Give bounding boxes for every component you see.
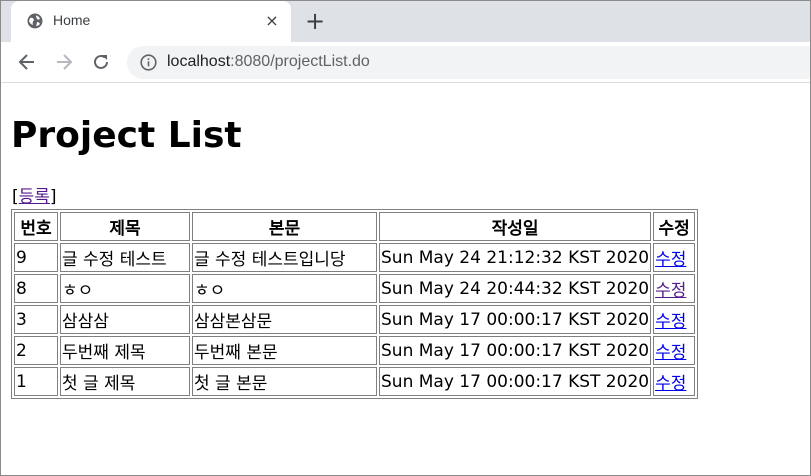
cell-edit: 수정	[653, 305, 696, 334]
cell-number: 8	[14, 274, 58, 303]
cell-date: Sun May 24 21:12:32 KST 2020	[379, 243, 652, 272]
register-line: [등록]	[12, 186, 57, 208]
url-text[interactable]: localhost:8080/projectList.do	[167, 53, 370, 71]
header-edit: 수정	[653, 212, 696, 241]
cell-date: Sun May 17 00:00:17 KST 2020	[379, 336, 652, 365]
browser-tab[interactable]: Home ×	[11, 1, 291, 42]
cell-body: 글 수정 테스트입니당	[192, 243, 377, 272]
cell-title: 첫 글 제목	[60, 367, 190, 396]
globe-icon	[27, 13, 43, 29]
register-link[interactable]: 등록	[19, 187, 50, 207]
cell-edit: 수정	[653, 367, 696, 396]
cell-title: 삼삼삼	[60, 305, 190, 334]
cell-body: 두번째 본문	[192, 336, 377, 365]
cell-edit: 수정	[653, 274, 696, 303]
cell-number: 1	[14, 367, 58, 396]
table-row: 3 삼삼삼 삼삼본삼문 Sun May 17 00:00:17 KST 2020…	[14, 305, 696, 334]
header-number: 번호	[14, 212, 58, 241]
cell-title: 두번째 제목	[60, 336, 190, 365]
page-title: Project List	[11, 115, 242, 156]
url-path: :8080/projectList.do	[230, 53, 370, 70]
cell-number: 2	[14, 336, 58, 365]
info-icon[interactable]	[140, 54, 157, 71]
cell-date: Sun May 17 00:00:17 KST 2020	[379, 367, 652, 396]
edit-link[interactable]: 수정	[655, 343, 686, 363]
cell-title: 글 수정 테스트	[60, 243, 190, 272]
cell-edit: 수정	[653, 243, 696, 272]
cell-number: 9	[14, 243, 58, 272]
edit-link[interactable]: 수정	[655, 312, 686, 332]
cell-body: 첫 글 본문	[192, 367, 377, 396]
edit-link[interactable]: 수정	[655, 374, 686, 394]
url-host: localhost	[167, 53, 231, 70]
new-tab-icon[interactable]: +	[304, 9, 326, 33]
tab-title: Home	[53, 12, 91, 28]
cell-date: Sun May 24 20:44:32 KST 2020	[379, 274, 652, 303]
cell-body: ㅎㅇ	[192, 274, 377, 303]
table-row: 9 글 수정 테스트 글 수정 테스트입니당 Sun May 24 21:12:…	[14, 243, 696, 272]
browser-toolbar: localhost:8080/projectList.do	[1, 42, 810, 83]
edit-link[interactable]: 수정	[655, 250, 686, 270]
cell-body: 삼삼본삼문	[192, 305, 377, 334]
header-date: 작성일	[379, 212, 652, 241]
tab-strip: Home × +	[1, 1, 810, 42]
table-row: 8 ㅎㅇ ㅎㅇ Sun May 24 20:44:32 KST 2020 수정	[14, 274, 696, 303]
close-icon[interactable]: ×	[263, 12, 281, 30]
table-row: 1 첫 글 제목 첫 글 본문 Sun May 17 00:00:17 KST …	[14, 367, 696, 396]
cell-date: Sun May 17 00:00:17 KST 2020	[379, 305, 652, 334]
back-arrow-icon[interactable]	[17, 52, 37, 72]
table-header-row: 번호 제목 본문 작성일 수정	[14, 212, 696, 241]
cell-title: ㅎㅇ	[60, 274, 190, 303]
address-bar[interactable]: localhost:8080/projectList.do	[127, 46, 810, 79]
forward-arrow-icon[interactable]	[54, 52, 74, 72]
cell-number: 3	[14, 305, 58, 334]
register-bracket-close: ]	[49, 187, 57, 207]
register-bracket-open: [	[12, 187, 19, 207]
edit-link[interactable]: 수정	[655, 281, 686, 301]
header-body: 본문	[192, 212, 377, 241]
reload-icon[interactable]	[91, 52, 111, 72]
project-table: 번호 제목 본문 작성일 수정 9 글 수정 테스트 글 수정 테스트입니당 S…	[11, 209, 699, 399]
table-row: 2 두번째 제목 두번째 본문 Sun May 17 00:00:17 KST …	[14, 336, 696, 365]
cell-edit: 수정	[653, 336, 696, 365]
header-title: 제목	[60, 212, 190, 241]
